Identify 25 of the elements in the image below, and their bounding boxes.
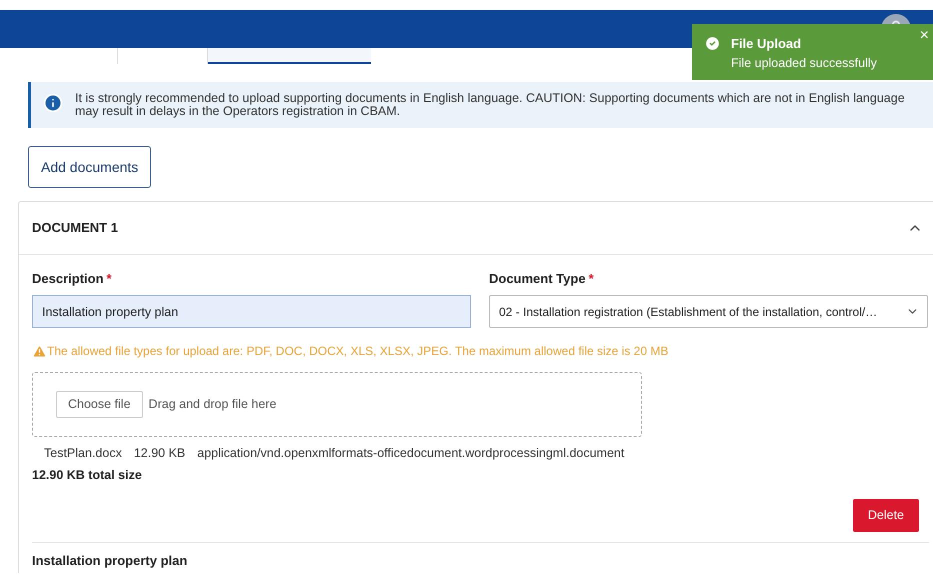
field-label: Description: [32, 270, 104, 286]
document-type-select[interactable]: 02 - Installation registration (Establishment of the installation, control/…: [489, 295, 928, 328]
info-icon: [43, 93, 63, 113]
file-size: 12.90 KB: [134, 445, 186, 462]
required-mark: *: [588, 270, 594, 286]
toast-message: File uploaded successfully: [731, 55, 877, 72]
total-size: 12.90 KB total size: [32, 466, 143, 484]
document-title: DOCUMENT 1: [32, 219, 118, 238]
drop-zone[interactable]: Choose file Drag and drop file here: [32, 372, 642, 437]
warning-icon: [32, 344, 47, 358]
add-documents-button[interactable]: Add documents: [28, 146, 152, 188]
file-types-warning: The allowed file types for upload are: PDF, DOC, DOCX, XLS, XLSX, JPEG. The maximum allowed file size is 20 MB: [47, 343, 668, 360]
toast-title: File Upload: [731, 35, 802, 52]
next-document-title: Installation property plan: [32, 552, 188, 568]
delete-button[interactable]: Delete: [852, 498, 919, 532]
file-type: application/vnd.openxmlformats-officedocument.wordprocessingml.document: [197, 445, 624, 462]
file-name: TestPlan.docx: [44, 445, 122, 462]
description-field[interactable]: Installation property plan: [32, 295, 471, 328]
drop-hint: Drag and drop file here: [148, 396, 276, 414]
check-icon: [704, 35, 721, 52]
tab[interactable]: [208, 48, 371, 64]
required-mark: *: [106, 270, 112, 286]
choose-file-button[interactable]: Choose file: [56, 391, 143, 418]
field-label: Document Type: [489, 270, 586, 286]
alert-text: It is strongly recommended to upload supporting documents in English language. CAUTION: Supporting documents which are not in English language may result in delays in the Operators registration in CBAM.: [75, 92, 906, 118]
